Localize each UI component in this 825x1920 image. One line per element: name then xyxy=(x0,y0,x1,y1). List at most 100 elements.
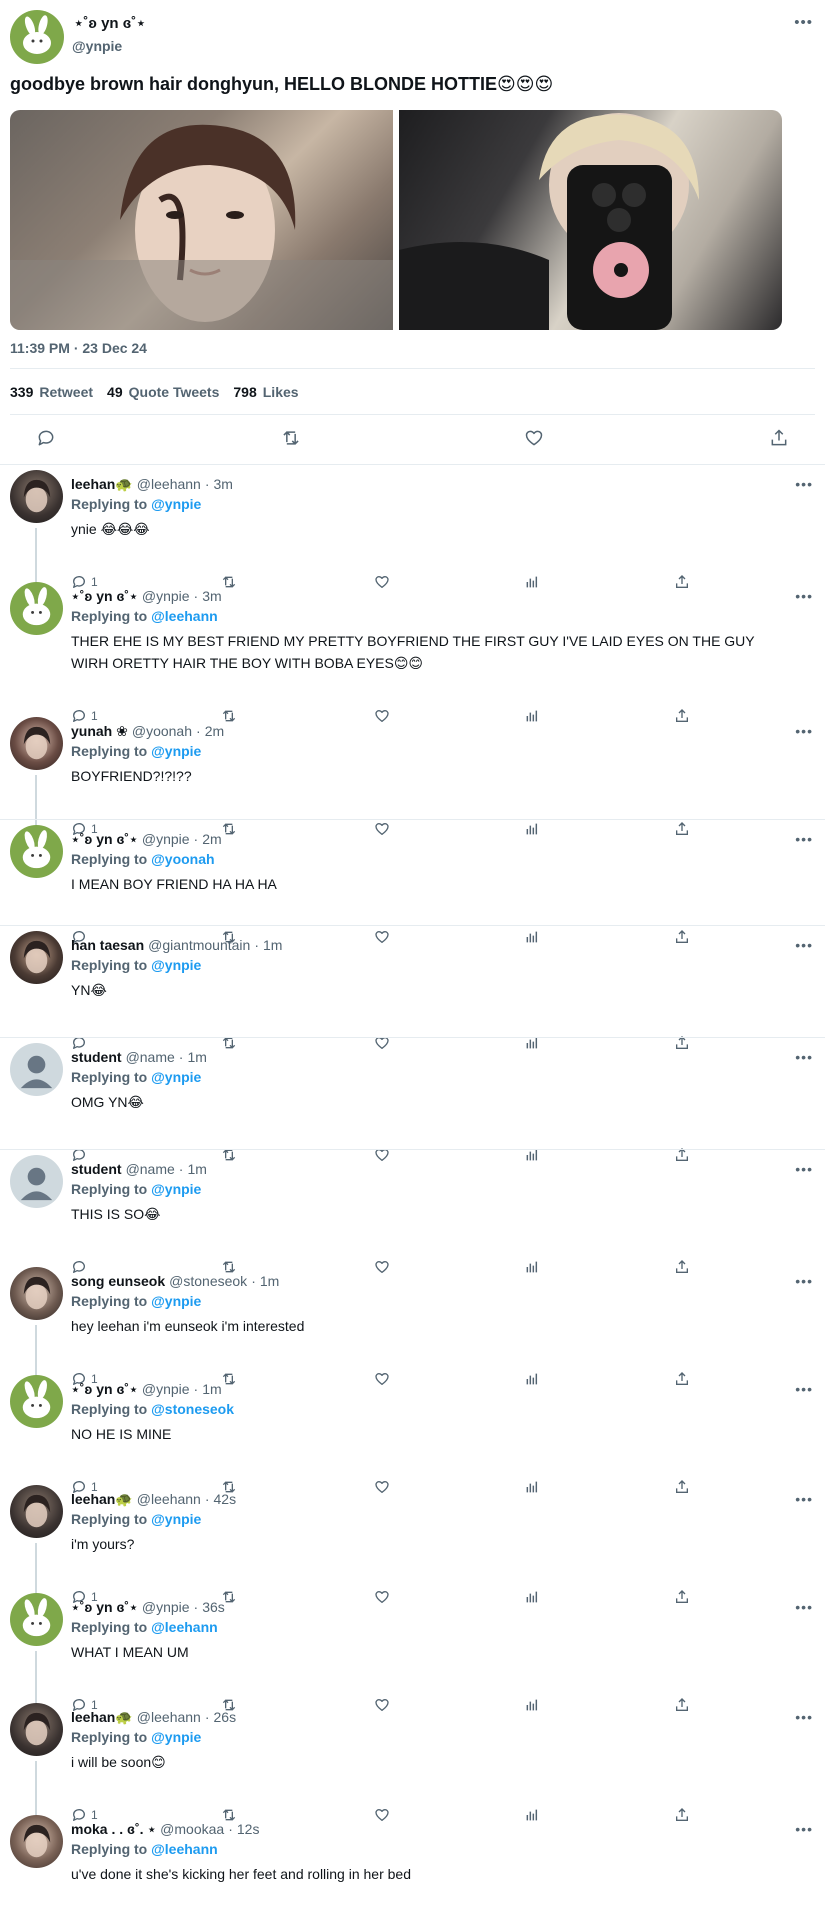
more-icon[interactable]: ••• xyxy=(795,1273,813,1289)
display-name[interactable]: han taesan xyxy=(71,937,144,953)
views-button[interactable] xyxy=(524,1477,540,1497)
more-icon[interactable]: ••• xyxy=(795,1161,813,1177)
views-button[interactable] xyxy=(524,1145,540,1165)
quote-stat[interactable]: 49 Quote Tweets xyxy=(107,384,219,400)
share-button[interactable] xyxy=(674,1033,690,1053)
like-button[interactable] xyxy=(374,572,390,592)
display-name[interactable]: leehan🐢 xyxy=(71,1709,133,1725)
display-name[interactable]: ⋆˚ʚ yn ɞ˚⋆ xyxy=(71,588,138,604)
mention-link[interactable]: @ynpie xyxy=(151,1181,201,1197)
like-icon[interactable] xyxy=(520,424,548,452)
share-button[interactable] xyxy=(674,1257,690,1277)
avatar[interactable] xyxy=(10,10,64,64)
mention-link[interactable]: @ynpie xyxy=(151,1511,201,1527)
likes-stat[interactable]: 798 Likes xyxy=(233,384,298,400)
retweet-button[interactable] xyxy=(220,1033,238,1053)
username[interactable]: @ynpie xyxy=(142,588,190,604)
views-button[interactable] xyxy=(524,572,540,592)
avatar[interactable] xyxy=(10,1593,63,1646)
avatar[interactable] xyxy=(10,1043,63,1096)
like-button[interactable] xyxy=(374,1805,390,1825)
views-button[interactable] xyxy=(524,819,540,839)
views-button[interactable] xyxy=(524,1587,540,1607)
views-button[interactable] xyxy=(524,927,540,947)
avatar[interactable] xyxy=(10,1267,63,1320)
display-name[interactable]: ⋆˚ʚ yn ɞ˚⋆ xyxy=(71,1381,138,1397)
more-icon[interactable]: ••• xyxy=(795,1491,813,1507)
photo-1[interactable] xyxy=(10,110,393,330)
mention-link[interactable]: @leehann xyxy=(151,608,218,624)
reply-icon[interactable] xyxy=(32,424,60,452)
time-ago[interactable]: 26s xyxy=(214,1709,237,1725)
share-button[interactable] xyxy=(674,1805,690,1825)
time-ago[interactable]: 3m xyxy=(214,476,233,492)
retweet-button[interactable] xyxy=(220,572,238,592)
display-name[interactable]: song eunseok xyxy=(71,1273,165,1289)
more-icon[interactable]: ••• xyxy=(794,14,813,31)
mention-link[interactable]: @ynpie xyxy=(151,743,201,759)
share-icon[interactable] xyxy=(765,424,793,452)
share-button[interactable] xyxy=(674,1695,690,1715)
more-icon[interactable]: ••• xyxy=(795,937,813,953)
like-button[interactable] xyxy=(374,1695,390,1715)
avatar[interactable] xyxy=(10,825,63,878)
username[interactable]: @leehann xyxy=(137,476,201,492)
share-button[interactable] xyxy=(674,1369,690,1389)
display-name[interactable]: student xyxy=(71,1161,122,1177)
time-ago[interactable]: 42s xyxy=(214,1491,237,1507)
username[interactable]: @name xyxy=(126,1049,175,1065)
username[interactable]: @name xyxy=(126,1161,175,1177)
mention-link[interactable]: @ynpie xyxy=(151,957,201,973)
username[interactable]: @yoonah xyxy=(132,723,192,739)
mention-link[interactable]: @ynpie xyxy=(151,1729,201,1745)
share-button[interactable] xyxy=(674,927,690,947)
like-button[interactable] xyxy=(374,927,390,947)
more-icon[interactable]: ••• xyxy=(795,831,813,847)
share-button[interactable] xyxy=(674,572,690,592)
more-icon[interactable]: ••• xyxy=(795,1599,813,1615)
photo-2[interactable] xyxy=(399,110,782,330)
display-name[interactable]: leehan🐢 xyxy=(71,476,133,492)
avatar[interactable] xyxy=(10,1485,63,1538)
views-button[interactable] xyxy=(524,1257,540,1277)
time-ago[interactable]: 1m xyxy=(263,937,282,953)
display-name[interactable]: yunah ❀ xyxy=(71,723,128,739)
like-button[interactable] xyxy=(374,1033,390,1053)
display-name[interactable]: moka . . ɞ˚. ⋆ xyxy=(71,1821,156,1837)
time-ago[interactable]: 36s xyxy=(202,1599,225,1615)
more-icon[interactable]: ••• xyxy=(795,1381,813,1397)
retweet-icon[interactable] xyxy=(277,424,305,452)
share-button[interactable] xyxy=(674,1477,690,1497)
share-button[interactable] xyxy=(674,706,690,726)
like-button[interactable] xyxy=(374,1257,390,1277)
username[interactable]: @ynpie xyxy=(72,38,122,54)
mention-link[interactable]: @stoneseok xyxy=(151,1401,234,1417)
share-button[interactable] xyxy=(674,1587,690,1607)
more-icon[interactable]: ••• xyxy=(795,476,813,492)
more-icon[interactable]: ••• xyxy=(795,588,813,604)
views-button[interactable] xyxy=(524,1369,540,1389)
retweet-button[interactable] xyxy=(220,1369,238,1389)
display-name[interactable]: student xyxy=(71,1049,122,1065)
time-ago[interactable]: 3m xyxy=(202,588,221,604)
avatar[interactable] xyxy=(10,931,63,984)
mention-link[interactable]: @leehann xyxy=(151,1619,218,1635)
mention-link[interactable]: @ynpie xyxy=(151,1069,201,1085)
like-button[interactable] xyxy=(374,1587,390,1607)
more-icon[interactable]: ••• xyxy=(795,1821,813,1837)
views-button[interactable] xyxy=(524,1695,540,1715)
avatar[interactable] xyxy=(10,582,63,635)
more-icon[interactable]: ••• xyxy=(795,1709,813,1725)
time-ago[interactable]: 12s xyxy=(237,1821,260,1837)
username[interactable]: @ynpie xyxy=(142,831,190,847)
retweet-button[interactable] xyxy=(220,819,238,839)
time-ago[interactable]: 2m xyxy=(202,831,221,847)
share-button[interactable] xyxy=(674,1145,690,1165)
like-button[interactable] xyxy=(374,1145,390,1165)
like-button[interactable] xyxy=(374,1477,390,1497)
more-icon[interactable]: ••• xyxy=(795,1049,813,1065)
share-button[interactable] xyxy=(674,819,690,839)
timestamp[interactable]: 11:39 PM · 23 Dec 24 xyxy=(10,340,147,356)
username[interactable]: @stoneseok xyxy=(169,1273,247,1289)
time-ago[interactable]: 1m xyxy=(260,1273,279,1289)
